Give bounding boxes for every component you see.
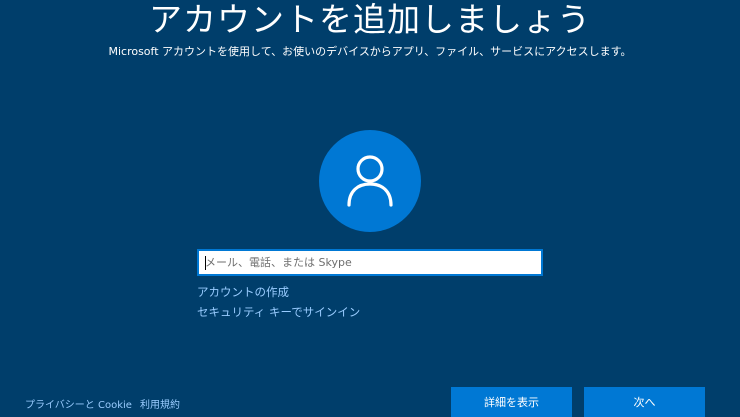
email-input[interactable] bbox=[199, 251, 541, 274]
user-icon bbox=[347, 155, 393, 207]
create-account-link[interactable]: アカウントの作成 bbox=[197, 284, 289, 300]
email-field-container bbox=[197, 249, 543, 276]
next-button[interactable]: 次へ bbox=[584, 387, 705, 417]
privacy-cookie-link[interactable]: プライバシーと Cookie bbox=[25, 396, 132, 411]
terms-of-use-link[interactable]: 利用規約 bbox=[140, 396, 180, 411]
page-subtitle: Microsoft アカウントを使用して、お使いのデバイスからアプリ、ファイル、… bbox=[108, 45, 632, 58]
security-key-signin-link[interactable]: セキュリティ キーでサインイン bbox=[197, 304, 360, 320]
show-details-button[interactable]: 詳細を表示 bbox=[451, 387, 572, 417]
avatar bbox=[319, 130, 421, 232]
text-caret bbox=[205, 256, 206, 270]
page-title: アカウントを追加しましょう bbox=[149, 0, 591, 39]
